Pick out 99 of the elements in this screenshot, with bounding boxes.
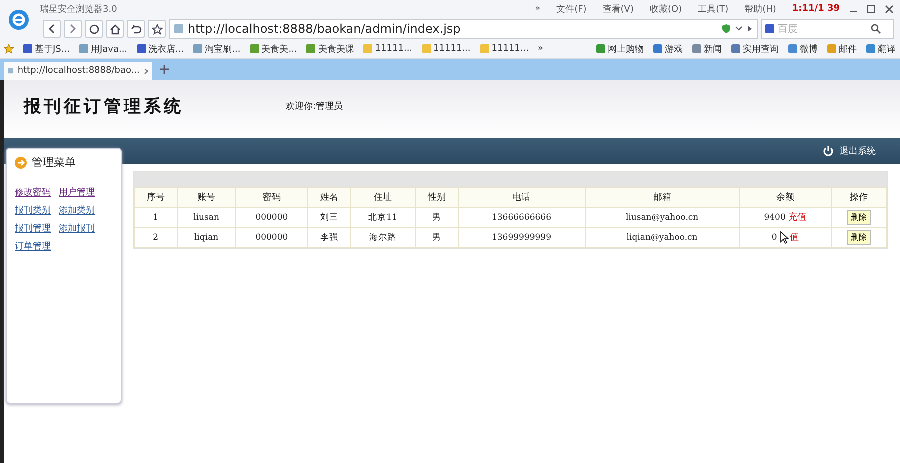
column-header: 性别: [415, 188, 458, 208]
column-header: 余额: [739, 188, 832, 208]
page-icon: [174, 24, 184, 34]
table-cell: liusan@yahoo.cn: [585, 208, 740, 228]
menu-link[interactable]: 报刊管理: [15, 222, 51, 235]
search-icon[interactable]: [871, 24, 881, 34]
menu-item[interactable]: 工具(T): [698, 2, 729, 16]
quick-link[interactable]: 邮件: [827, 42, 857, 56]
page-icon: [23, 44, 33, 54]
table-cell: 1: [134, 208, 178, 228]
folder-icon: [363, 44, 374, 54]
table-cell: 13666666666: [458, 208, 586, 228]
menu-item[interactable]: 帮助(H): [744, 2, 776, 16]
undo-button[interactable]: [127, 20, 145, 38]
power-icon: [823, 146, 834, 156]
back-icon: [48, 24, 56, 34]
menu-link[interactable]: 用户管理: [59, 186, 95, 199]
column-header: 操作: [832, 188, 886, 208]
column-header: 账号: [177, 188, 236, 208]
bookmark[interactable]: 11111...: [480, 44, 529, 54]
page-icon: [193, 44, 204, 54]
menu-link[interactable]: 修改密码: [15, 186, 51, 199]
table-cell: liqian@yahoo.cn: [585, 228, 740, 248]
menu-item[interactable]: »: [535, 4, 541, 14]
balance-text: 0: [772, 232, 778, 243]
arrow-icon: [15, 156, 27, 168]
quick-link[interactable]: 翻译: [866, 42, 896, 56]
delete-button[interactable]: 删除: [847, 230, 871, 245]
column-header: 邮箱: [585, 188, 740, 208]
bookmark[interactable]: 美食美...: [250, 42, 298, 56]
table-cell: 000000: [236, 228, 308, 248]
column-header: 住址: [350, 188, 416, 208]
clock-overlay: 1:11/1 39: [792, 4, 840, 14]
bookmark[interactable]: 11111...: [422, 44, 471, 54]
folder-icon: [422, 44, 432, 54]
table-cell: 13699999999: [458, 228, 586, 248]
delete-button[interactable]: 删除: [847, 210, 871, 225]
page-icon: [78, 44, 89, 54]
quick-link[interactable]: 实用查询: [731, 42, 779, 56]
go-icon[interactable]: [747, 25, 753, 33]
shield-icon: [722, 24, 731, 34]
back-button[interactable]: [43, 20, 61, 38]
table-cell: liusan: [177, 208, 236, 228]
menu-title: 管理菜单: [32, 155, 76, 170]
quick-link[interactable]: 微博: [788, 42, 818, 56]
dropdown-icon[interactable]: [735, 26, 743, 32]
quick-link[interactable]: 网上购物: [596, 42, 644, 56]
home-icon: [110, 24, 120, 34]
system-title: 报刊征订管理系统: [24, 96, 185, 118]
bookmark[interactable]: 11111...: [363, 44, 413, 54]
table-cell: 2: [134, 228, 178, 248]
address-field[interactable]: http://localhost:8888/baokan/admin/index.jsp: [169, 19, 758, 39]
menu-link[interactable]: 报刊类别: [15, 204, 51, 217]
quick-link[interactable]: 游戏: [653, 42, 683, 56]
forward-icon: [69, 24, 77, 34]
column-header: 序号: [134, 188, 178, 208]
menu-link[interactable]: 订单管理: [15, 240, 51, 253]
table-cell: 男: [415, 228, 458, 248]
page-icon: [306, 44, 316, 54]
bookmark[interactable]: 淘宝刷...: [193, 42, 241, 56]
home-button[interactable]: [106, 20, 124, 38]
bookmark[interactable]: 洗衣店...: [136, 42, 184, 56]
table-cell: 男: [415, 208, 458, 228]
table-cell: 000000: [236, 208, 308, 228]
recharge-link[interactable]: 充值: [788, 213, 807, 223]
column-header: 密码: [236, 188, 308, 208]
star-icon[interactable]: [4, 44, 14, 54]
quick-link[interactable]: 新闻: [692, 42, 722, 56]
menu-item[interactable]: 查看(V): [602, 2, 634, 16]
table-cell: liqian: [177, 228, 236, 248]
page-icon: [250, 44, 260, 54]
folder-icon: [480, 44, 490, 54]
logout-link[interactable]: 退出系统: [823, 144, 876, 158]
column-header: 电话: [458, 188, 586, 208]
bookmark[interactable]: 基于JS...: [23, 42, 70, 56]
refresh-icon: [88, 24, 100, 34]
menu-link[interactable]: 添加报刊: [59, 222, 95, 235]
menu-link[interactable]: 添加类别: [59, 204, 95, 217]
recharge-link[interactable]: 值: [790, 232, 799, 243]
table-cell: 海尔路: [350, 228, 416, 248]
table-cell: 刘三: [308, 208, 351, 228]
page-icon: [8, 66, 14, 76]
welcome-text: 欢迎你:管理员: [286, 100, 344, 112]
page-icon: [136, 44, 147, 54]
browser-title: 瑞星安全浏览器3.0: [40, 4, 118, 16]
more-bookmarks[interactable]: »: [538, 44, 587, 54]
bookmark[interactable]: 用Java...: [78, 42, 128, 56]
table-cell: 北京11: [350, 208, 416, 228]
refresh-button[interactable]: [85, 20, 103, 38]
undo-icon: [130, 24, 142, 34]
favorite-button[interactable]: [148, 20, 166, 38]
column-header: 姓名: [308, 188, 351, 208]
menu-item[interactable]: 收藏(O): [650, 2, 682, 16]
table-cell: 李强: [308, 228, 351, 248]
bookmark[interactable]: 美食美课: [306, 42, 354, 56]
balance-text: 9400: [764, 213, 786, 223]
menu-item[interactable]: 文件(F): [556, 2, 587, 16]
browser-tab[interactable]: http://localhost:8888/bao...: [4, 62, 152, 80]
star-icon: [152, 24, 162, 34]
